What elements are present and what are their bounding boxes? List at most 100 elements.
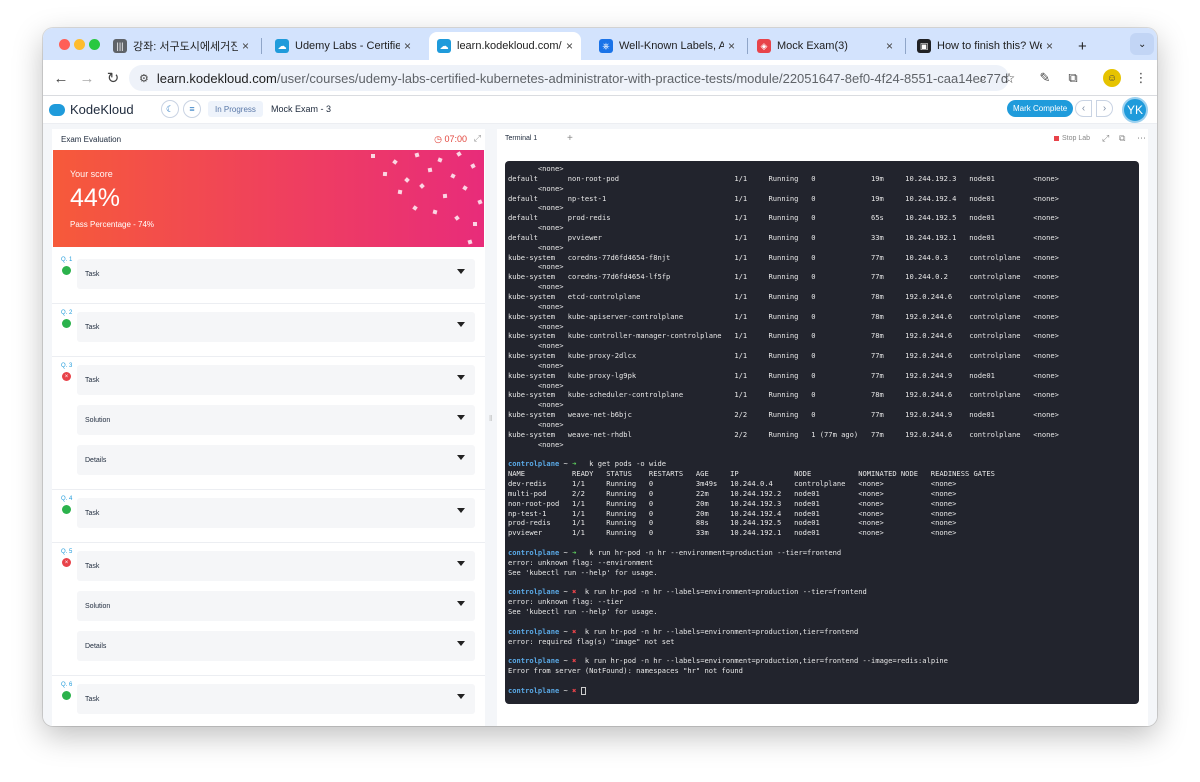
reload-button[interactable]: ↻ <box>103 68 123 88</box>
terminal-line: kube-system weave-net-rhdbl 2/2 Running … <box>508 429 1059 439</box>
pen-extension-icon[interactable]: ✎ <box>1035 68 1055 88</box>
accordion-label: Task <box>85 376 100 384</box>
forward-button[interactable]: → <box>77 68 97 88</box>
prompt-host: controlplane <box>508 626 560 636</box>
confetti-piece <box>427 167 433 173</box>
menu-toggle-button[interactable]: ≡ <box>183 100 201 118</box>
timer-value: 07:00 <box>444 134 467 144</box>
terminal-line: controlplane ~ ✖ k run hr-pod -n hr --la… <box>508 627 1139 637</box>
prompt-host: controlplane <box>508 587 560 597</box>
chevron-down-icon <box>457 322 465 327</box>
question-details-accordion[interactable]: Details <box>77 631 475 661</box>
terminal-line: error: unknown flag: --tier <box>508 597 624 607</box>
exam-timer: ◷ 07:00 <box>434 134 467 145</box>
terminal-line: See 'kubectl run --help' for usage. <box>508 606 658 616</box>
next-lesson-button[interactable]: › <box>1096 100 1113 117</box>
terminal-output[interactable]: <none> default non-root-pod 1/1 Running 0… <box>505 161 1139 704</box>
maximize-window-button[interactable] <box>89 39 100 50</box>
close-tab-icon[interactable]: × <box>1046 39 1053 53</box>
avatar[interactable]: YK <box>1122 97 1148 123</box>
popout-icon[interactable]: ⧉ <box>1119 133 1125 144</box>
tab-title: learn.kodekloud.com/use <box>457 40 562 52</box>
stop-lab-button[interactable]: Stop Lab <box>1054 135 1090 142</box>
prompt-dir-text: ~ <box>563 587 568 597</box>
close-window-button[interactable] <box>59 39 70 50</box>
minimize-window-button[interactable] <box>74 39 85 50</box>
terminal-line: <none> <box>508 262 564 272</box>
kodekloud-logo[interactable]: KodeKloud <box>49 102 134 117</box>
profile-icon[interactable]: ☺ <box>1103 69 1121 87</box>
browser-tab[interactable]: ⎈ Well-Known Labels, Anno × <box>591 32 743 60</box>
accordion-label: Solution <box>85 602 111 610</box>
terminal-line: <none> <box>508 400 564 410</box>
terminal-line: <none> <box>508 164 564 173</box>
terminal-line: kube-system etcd-controlplane 1/1 Runnin… <box>508 291 1059 301</box>
question-task-accordion[interactable]: Task <box>77 498 475 528</box>
fullscreen-icon[interactable]: ⤢ <box>1102 133 1109 144</box>
close-tab-icon[interactable]: × <box>404 39 411 53</box>
tab-title: Udemy Labs - Certified K <box>295 40 400 52</box>
terminal-command: k run hr-pod -n hr --labels=environment=… <box>576 656 948 666</box>
prompt-host: controlplane <box>508 547 560 557</box>
cloud-logo-icon <box>49 103 65 116</box>
terminal-line: <none> <box>508 439 564 449</box>
theme-toggle-button[interactable]: ☾ <box>161 100 179 118</box>
url-bar[interactable]: ⚙ learn.kodekloud.com/user/courses/udemy… <box>129 65 1009 91</box>
question-task-accordion[interactable]: Task <box>77 684 475 714</box>
tab-title: How to finish this? We ha <box>937 40 1042 52</box>
terminal-line: default pvviewer 1/1 Running 0 33m 10.24… <box>508 232 1059 242</box>
question-number: Q. 5 <box>61 549 73 555</box>
confetti-piece <box>442 193 448 199</box>
mark-complete-button[interactable]: Mark Complete <box>1007 100 1074 117</box>
question-divider <box>52 542 485 543</box>
new-tab-button[interactable]: + <box>1070 32 1095 60</box>
browser-tab[interactable]: ◈ Mock Exam(3) × <box>749 32 901 60</box>
site-info-icon[interactable]: ⚙ <box>139 72 149 85</box>
chrome-menu-icon[interactable]: ⋮ <box>1131 68 1151 88</box>
bookmark-star-icon[interactable]: ☆ <box>999 68 1019 88</box>
close-tab-icon[interactable]: × <box>886 39 893 53</box>
browser-tab[interactable]: ☁ learn.kodekloud.com/use × <box>429 32 581 60</box>
extensions-icon[interactable]: ⧉ <box>1063 68 1083 88</box>
question-number: Q. 2 <box>61 310 73 316</box>
close-tab-icon[interactable]: × <box>566 39 573 53</box>
question-task-accordion[interactable]: Task <box>77 365 475 395</box>
close-tab-icon[interactable]: × <box>242 39 249 53</box>
more-options-icon[interactable]: ⋯ <box>1137 133 1146 144</box>
back-button[interactable]: ← <box>51 68 71 88</box>
question-task-accordion[interactable]: Task <box>77 259 475 289</box>
browser-tab[interactable]: ▣ How to finish this? We ha × <box>909 32 1061 60</box>
question-details-accordion[interactable]: Details <box>77 445 475 475</box>
chevron-down-icon <box>457 561 465 566</box>
question-task-accordion[interactable]: Task <box>77 312 475 342</box>
favicon-icon: ▣ <box>917 39 931 53</box>
prev-lesson-button[interactable]: ‹ <box>1075 100 1092 117</box>
add-terminal-button[interactable]: + <box>567 133 573 144</box>
prompt-dir-text: ~ <box>563 685 568 695</box>
terminal-line: error: required flag(s) "image" not set <box>508 636 675 646</box>
terminal-tab[interactable]: Terminal 1 <box>505 135 537 142</box>
terminal-command: k run hr-pod -n hr --environment=product… <box>576 547 842 557</box>
terminal-line: multi-pod 2/2 Running 0 22m 10.244.192.2… <box>508 488 957 498</box>
question-task-accordion[interactable]: Task <box>77 551 475 581</box>
zoom-icon[interactable]: ⌕ <box>973 68 993 88</box>
browser-tab[interactable]: ||| 강좌: 서구도시에세거진근대의 × <box>105 32 257 60</box>
confetti-piece <box>419 183 425 189</box>
terminal-line: NAME READY STATUS RESTARTS AGE IP NODE N… <box>508 469 995 479</box>
resize-handle[interactable]: ‖ <box>489 414 492 423</box>
question-solution-accordion[interactable]: Solution <box>77 405 475 435</box>
terminal-line: controlplane ~ ✖ k run hr-pod -n hr --la… <box>508 587 1139 597</box>
close-tab-icon[interactable]: × <box>728 39 735 53</box>
url-host: learn.kodekloud.com <box>156 70 277 86</box>
chevron-down-icon <box>457 601 465 606</box>
confetti-piece <box>437 157 443 163</box>
score-card: Your score 44% Pass Percentage - 74% <box>53 150 484 247</box>
tab-search-button[interactable]: ⌄ <box>1130 33 1155 55</box>
panel-heading: Exam Evaluation <box>61 135 122 144</box>
question-solution-accordion[interactable]: Solution <box>77 591 475 621</box>
browser-tab[interactable]: ☁ Udemy Labs - Certified K × <box>267 32 419 60</box>
chevron-down-icon <box>457 694 465 699</box>
expand-icon[interactable]: ⤢ <box>474 133 481 144</box>
stop-lab-label: Stop Lab <box>1062 135 1091 142</box>
pass-percentage: Pass Percentage - 74% <box>70 220 155 229</box>
